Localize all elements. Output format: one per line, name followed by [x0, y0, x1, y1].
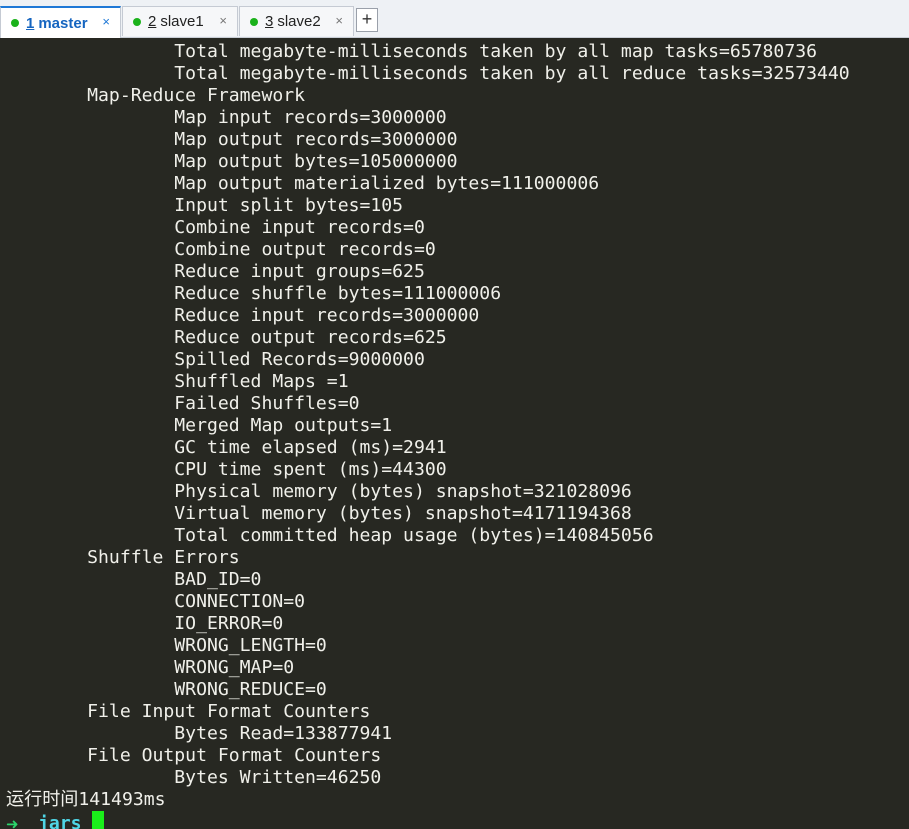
tab-slave2[interactable]: 3 slave2 × [239, 6, 354, 36]
terminal-line: Total committed heap usage (bytes)=14084… [0, 525, 654, 546]
terminal-line: Shuffled Maps =1 [0, 371, 349, 392]
close-icon[interactable]: × [335, 13, 343, 28]
new-tab-button[interactable]: + [356, 8, 378, 32]
terminal-line: Map-Reduce Framework [0, 85, 306, 106]
terminal-line: Shuffle Errors [0, 547, 240, 568]
tab-number: 1 [26, 14, 35, 32]
terminal-line: Failed Shuffles=0 [0, 393, 360, 414]
terminal-line: Spilled Records=9000000 [0, 349, 425, 370]
terminal-line: Reduce input groups=625 [0, 261, 425, 282]
terminal-line: Bytes Written=46250 [0, 767, 382, 788]
terminal-line: Input split bytes=105 [0, 195, 404, 216]
tab-number: 3 [265, 13, 274, 30]
close-icon[interactable]: × [219, 13, 227, 28]
connected-status-icon [250, 17, 258, 26]
tab-number: 2 [148, 13, 157, 30]
terminal-line: Total megabyte-milliseconds taken by all… [0, 63, 850, 84]
terminal-line: WRONG_REDUCE=0 [0, 679, 327, 700]
terminal-line: Reduce output records=625 [0, 327, 447, 348]
terminal-line: WRONG_LENGTH=0 [0, 635, 327, 656]
terminal-line: CPU time spent (ms)=44300 [0, 459, 447, 480]
terminal-line: File Output Format Counters [0, 745, 382, 766]
terminal-line: Total megabyte-milliseconds taken by all… [0, 41, 818, 62]
terminal-line: 运行时间141493ms [6, 789, 166, 810]
terminal-line: Map output materialized bytes=111000006 [0, 173, 600, 194]
connected-status-icon [133, 17, 141, 26]
terminal-line: Merged Map outputs=1 [0, 415, 393, 436]
terminal-line: Bytes Read=133877941 [0, 723, 393, 744]
terminal-line: Combine input records=0 [0, 217, 425, 238]
tab-label: master [38, 14, 88, 32]
tab-bar: 1 master × 2 slave1 × 3 slave2 × + [0, 0, 909, 38]
terminal-line: Virtual memory (bytes) snapshot=41711943… [0, 503, 632, 524]
terminal-line: File Input Format Counters [0, 701, 371, 722]
terminal-line: Physical memory (bytes) snapshot=3210280… [0, 481, 632, 502]
terminal-line: WRONG_MAP=0 [0, 657, 295, 678]
terminal-line: IO_ERROR=0 [0, 613, 284, 634]
terminal-line: Reduce shuffle bytes=111000006 [0, 283, 502, 304]
tab-master[interactable]: 1 master × [0, 6, 121, 38]
terminal-output[interactable]: Total megabyte-milliseconds taken by all… [0, 38, 909, 829]
terminal-line: Map output records=3000000 [0, 129, 458, 150]
terminal-cursor [92, 811, 104, 829]
terminal-line: Combine output records=0 [0, 239, 436, 260]
terminal-line: Map output bytes=105000000 [0, 151, 458, 172]
tab-label: slave1 [160, 13, 204, 30]
terminal-line: CONNECTION=0 [0, 591, 306, 612]
prompt-arrow-icon: ➜ [6, 815, 19, 829]
close-icon[interactable]: × [102, 14, 110, 29]
terminal-line: BAD_ID=0 [0, 569, 262, 590]
terminal-line: Map input records=3000000 [0, 107, 447, 128]
terminal-line: Reduce input records=3000000 [0, 305, 480, 326]
connected-status-icon [11, 19, 19, 27]
tab-label: slave2 [277, 13, 321, 30]
prompt-directory: jars [38, 813, 82, 829]
terminal-line: GC time elapsed (ms)=2941 [0, 437, 447, 458]
tab-slave1[interactable]: 2 slave1 × [122, 6, 238, 36]
